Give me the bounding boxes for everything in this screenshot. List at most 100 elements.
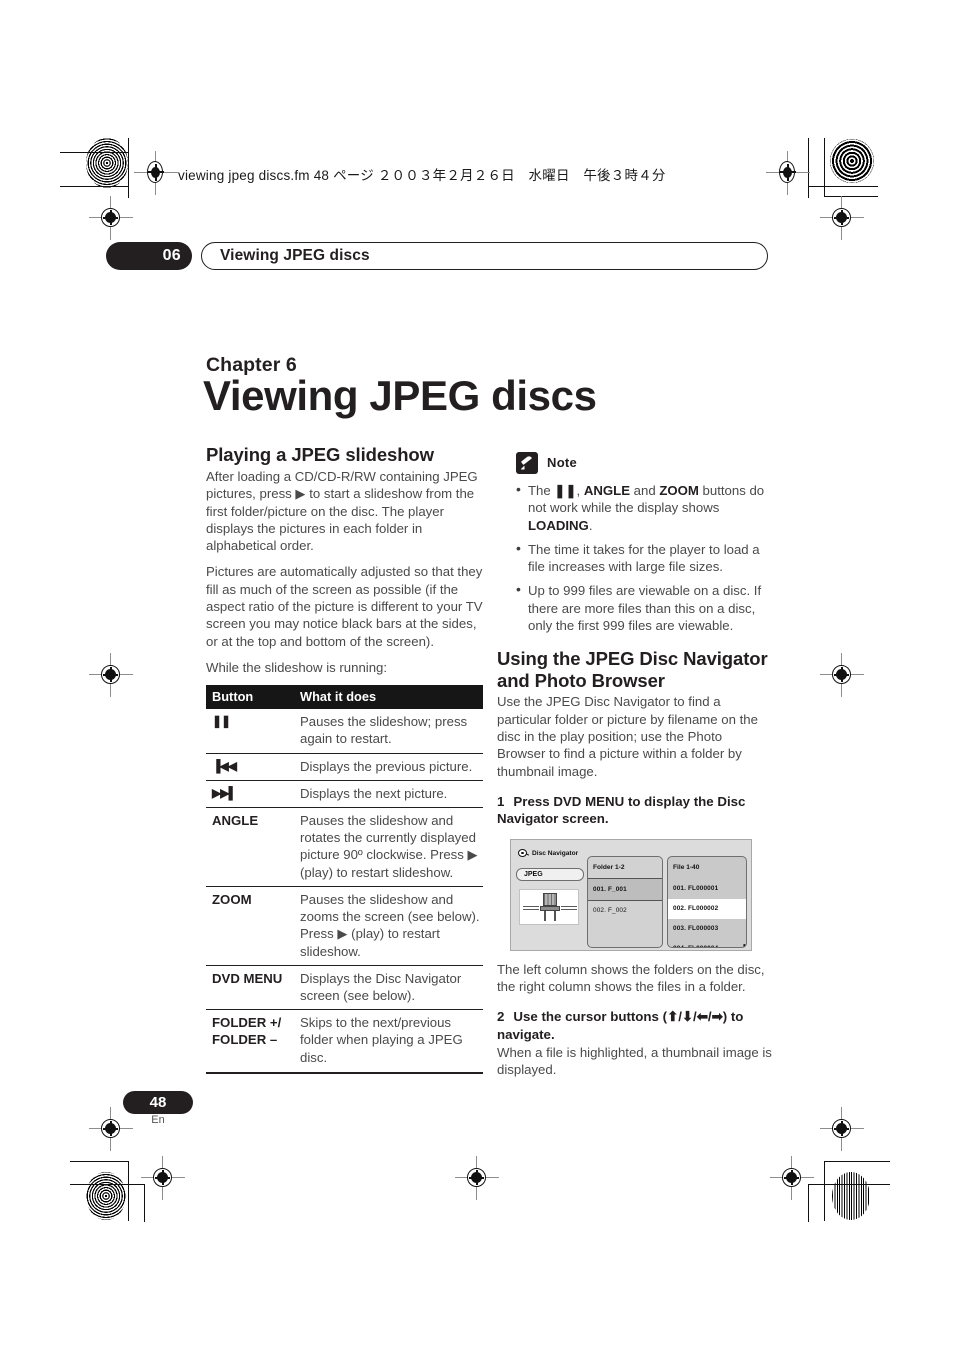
table-header-what-it-does: What it does [292,685,483,710]
table-cell-desc: Pauses the slideshow and rotates the cur… [292,807,483,887]
registration-mark-lower-right [820,1107,864,1151]
page-title: Viewing JPEG discs [203,372,597,419]
table-cell-button-dvd-menu: DVD MENU [206,964,292,1010]
paragraph-while-running: While the slideshow is running: [206,659,388,675]
registration-mark-mid-right [820,653,864,697]
osd-folder-item-selected[interactable]: 001. F_001 [588,878,662,901]
step-1-text: Press DVD MENU to display the Disc Navig… [497,793,746,827]
disc-navigator-screen-figure: Disc Navigator JPEG Folder 1-2 001. F_00… [510,838,752,951]
osd-file-item-selected[interactable]: 002. FL000002 [668,898,746,919]
chapter-number-badge: 06 [106,242,192,270]
crop-line-top-right-v2 [824,138,825,196]
table-row: ANGLE Pauses the slideshow and rotates t… [206,807,483,887]
osd-folder-header: Folder 1-2 [593,864,625,872]
crop-line-bottom-left-h2 [70,1184,144,1185]
crop-line-top-right-h2 [824,196,878,197]
list-item: Up to 999 files are viewable on a disc. … [516,581,774,634]
registration-mark-mid-left [89,653,133,697]
osd-file-column[interactable]: File 1-40 001. FL000001 002. FL000002 00… [667,855,747,948]
paragraph-slideshow-intro: After loading a CD/CD-R/RW containing JP… [206,469,478,554]
crop-line-top-right-v [808,138,809,198]
note-header: Note [516,452,774,474]
registration-mark-lower-left [89,1107,133,1151]
table-row: ▐◀◀ Displays the previous picture. [206,752,483,781]
osd-file-item[interactable]: 003. FL000003 [668,919,746,939]
crop-line-top-left-h [60,152,128,153]
registration-mark-bottom-right [770,1156,814,1200]
osd-file-item[interactable]: 001. FL000001 [668,878,746,898]
table-row: ZOOM Pauses the slideshow and zooms the … [206,885,483,966]
osd-file-header: File 1-40 [673,864,700,872]
step-2-text: Use the cursor buttons (⬆/⬇/⬅/➡) to navi… [497,1009,744,1042]
table-row: DVD MENU Displays the Disc Navigator scr… [206,964,483,1010]
paragraph-thumbnail-note: When a file is highlighted, a thumbnail … [497,1045,772,1078]
osd-title-text: Disc Navigator [532,849,579,857]
note-label: Note [547,455,578,471]
table-cell-button-angle: ANGLE [206,807,292,887]
table-cell-desc: Displays the next picture. [292,779,483,808]
step-1: 1 Press DVD MENU to display the Disc Navi… [497,793,774,828]
table-cell-desc: Pauses the slideshow; press again to res… [300,714,468,747]
table-cell-desc: Displays the Disc Navigator screen (see … [292,964,483,1010]
chapter-title-bar: Viewing JPEG discs [201,242,768,270]
step-2-number: 2 [497,1009,505,1025]
osd-thumbnail-image [519,888,579,925]
moire-mark-top-left [86,138,128,188]
page-number-badge: 48 [123,1091,193,1114]
osd-disc-type-tab: JPEG [516,867,584,881]
osd-file-item[interactable]: 004. FL000004 [668,939,746,947]
table-cell-desc: Pauses the slideshow and zooms the scree… [292,885,483,966]
moire-mark-bottom-right [832,1172,870,1220]
crop-line-bottom-left-h [70,1161,128,1162]
moire-mark-top-right [830,139,874,183]
pause-icon: ❚❚ [212,714,231,729]
running-header: viewing jpeg discs.fm 48 ページ ２００３年２月２６日 … [178,168,666,183]
crop-line-top-right-h [808,186,878,187]
left-column: Playing a JPEG slideshow After loading a… [206,444,483,1074]
table-cell-button-zoom: ZOOM [206,885,292,966]
list-item: The time it takes for the player to load… [516,540,774,576]
table-row: ❚❚ Pauses the slideshow; press again to … [206,709,483,753]
note-list: The ❚❚, ANGLE and ZOOM buttons do not wo… [497,481,774,634]
next-track-icon: ▶▶▌ [206,779,292,808]
table-row: FOLDER +/ FOLDER – Skips to the next/pre… [206,1009,483,1074]
registration-mark-upper-left [89,196,133,240]
moire-mark-bottom-left [86,1172,126,1220]
right-column: Note The ❚❚, ANGLE and ZOOM buttons do n… [497,444,774,1088]
registration-mark-bottom-center [455,1156,499,1200]
chair-thumbnail-icon [540,892,560,921]
crop-line-bottom-right-h [824,1161,890,1162]
registration-mark-top-left [134,151,178,195]
registration-mark-bottom-left [141,1156,185,1200]
crop-line-bottom-right-v [824,1161,825,1221]
table-header-row: Button What it does [206,685,483,710]
crop-line-bottom-left-v [128,1161,129,1221]
disc-icon [518,848,529,858]
section-heading-slideshow: Playing a JPEG slideshow [206,444,434,465]
crop-line-bottom-right-v2 [808,1184,809,1222]
button-function-table: Button What it does ❚❚ Pauses the slides… [206,685,483,1074]
step-2: 2 Use the cursor buttons (⬆/⬇/⬅/➡) to nav… [497,1008,774,1043]
paragraph-aspect-ratio: Pictures are automatically adjusted so t… [206,564,483,649]
page-language-label: En [151,1114,165,1126]
paragraph-navigator-intro: Use the JPEG Disc Navigator to find a pa… [497,694,758,779]
osd-title: Disc Navigator [518,845,578,862]
table-cell-desc: Displays the previous picture. [292,752,483,781]
crop-line-top-left-v [128,138,129,198]
table-cell-desc: Skips to the next/previous folder when p… [292,1009,483,1074]
registration-mark-top-right [766,151,810,195]
pencil-note-icon [516,452,538,474]
crop-line-bottom-left-v2 [144,1184,145,1222]
crop-line-top-left-h2 [60,186,128,187]
registration-mark-upper-right [820,196,864,240]
list-item: The ❚❚, ANGLE and ZOOM buttons do not wo… [516,481,774,534]
step-1-number: 1 [497,793,505,809]
section-heading-disc-navigator: Using the JPEG Disc Navigator and Photo … [497,648,768,691]
paragraph-column-explanation: The left column shows the folders on the… [497,961,765,994]
previous-track-icon: ▐◀◀ [206,752,292,781]
crop-line-bottom-right-h2 [808,1184,890,1185]
osd-folder-item[interactable]: 002. F_002 [588,901,662,921]
table-cell-button-folder: FOLDER +/ FOLDER – [206,1009,292,1074]
table-row: ▶▶▌ Displays the next picture. [206,779,483,808]
osd-folder-column[interactable]: Folder 1-2 001. F_001 002. F_002 [587,855,663,948]
